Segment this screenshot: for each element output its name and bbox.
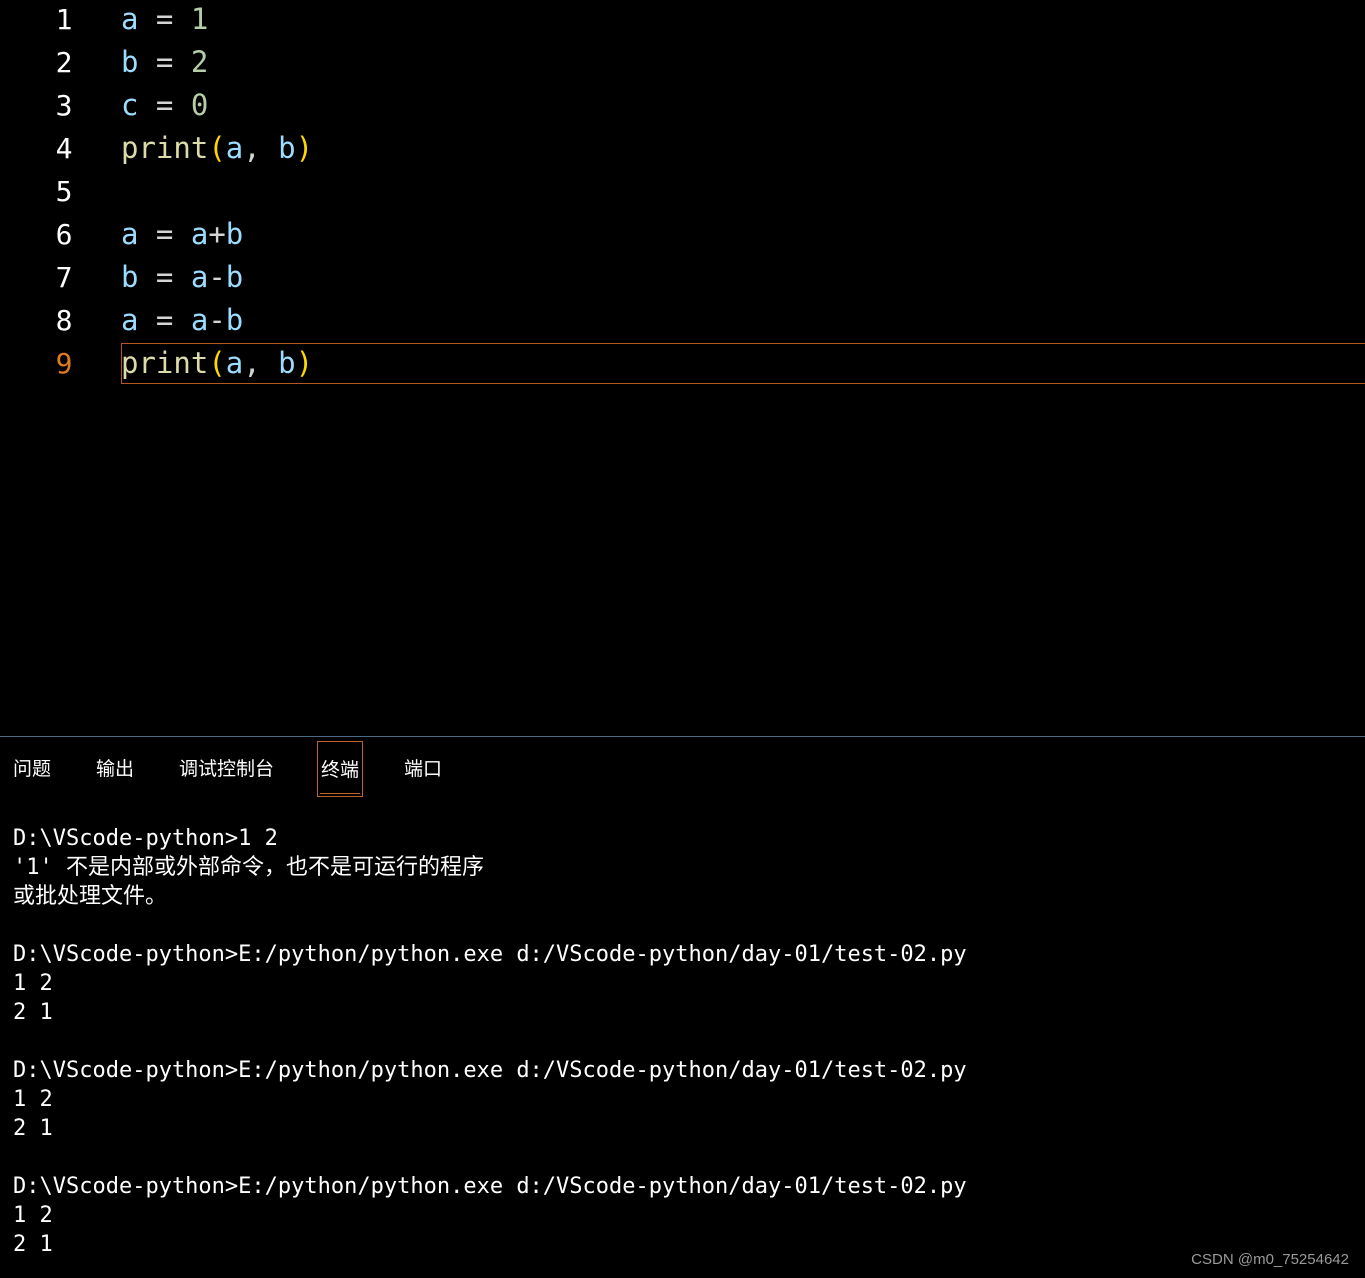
- code-token: (: [208, 346, 226, 380]
- code-token: ): [295, 131, 314, 165]
- code-token: ,: [243, 131, 279, 165]
- tab-problems[interactable]: 问题: [13, 741, 51, 797]
- code-token: 0: [190, 88, 209, 122]
- code-line[interactable]: 1a = 1: [0, 0, 1365, 41]
- line-number: 2: [55, 46, 73, 79]
- tab-debug-console[interactable]: 调试控制台: [179, 741, 274, 797]
- code-token: b: [225, 217, 244, 251]
- code-token: a: [190, 260, 209, 294]
- code-token: =: [138, 2, 191, 36]
- code-token: +: [208, 217, 226, 251]
- code-token: =: [138, 88, 191, 122]
- terminal-line: '1' 不是内部或外部命令，也不是可运行的程序: [13, 855, 484, 880]
- code-text: a = a-b: [121, 299, 243, 342]
- code-token: ,: [243, 346, 279, 380]
- tab-output[interactable]: 输出: [96, 741, 134, 797]
- code-token: a: [121, 303, 139, 337]
- code-token: a: [225, 346, 244, 380]
- code-token: 1: [190, 2, 209, 36]
- code-token: a: [121, 2, 139, 36]
- code-line[interactable]: 7b = a-b: [0, 256, 1365, 299]
- line-number: 6: [55, 218, 73, 251]
- code-token: -: [208, 303, 226, 337]
- code-token: print: [121, 131, 209, 165]
- code-text: print(a, b): [121, 342, 313, 385]
- code-token: a: [190, 217, 209, 251]
- code-token: -: [208, 260, 226, 294]
- line-number: 5: [55, 175, 73, 208]
- code-token: b: [121, 260, 139, 294]
- tab-terminal[interactable]: 终端: [317, 741, 364, 797]
- tab-ports-label: 端口: [404, 758, 443, 780]
- code-token: b: [121, 45, 139, 79]
- line-number: 4: [55, 132, 73, 165]
- code-line[interactable]: 4 print(a, b): [0, 127, 1365, 170]
- code-text: a = 1: [121, 0, 208, 41]
- code-token: b: [225, 303, 244, 337]
- code-line[interactable]: 8a = a-b: [0, 299, 1365, 342]
- watermark: CSDN @m0_75254642: [1191, 1251, 1349, 1268]
- code-token: b: [278, 131, 296, 165]
- code-token: a: [121, 217, 139, 251]
- code-token: 2: [190, 45, 209, 79]
- code-text: print(a, b): [121, 127, 313, 170]
- code-token: (: [208, 131, 226, 165]
- code-token: =: [138, 217, 191, 251]
- terminal-line: D:\VScode-python>E:/python/python.exe d:…: [13, 942, 967, 967]
- tab-terminal-label: 终端: [321, 759, 360, 781]
- code-token: ): [295, 346, 314, 380]
- terminal-line: 2 1: [13, 1116, 53, 1141]
- terminal-line: D:\VScode-python>E:/python/python.exe d:…: [13, 1058, 967, 1083]
- tab-debug-console-label: 调试控制台: [179, 758, 275, 780]
- terminal-line: 2 1: [13, 1232, 53, 1257]
- terminal-line: 1 2: [13, 971, 53, 996]
- line-number: 7: [55, 261, 73, 294]
- terminal-line: 或批处理文件。: [13, 884, 168, 909]
- code-text: b = a-b: [121, 256, 243, 299]
- code-token: b: [225, 260, 244, 294]
- code-line[interactable]: 9 print(a, b): [0, 342, 1365, 385]
- line-number: 9: [55, 347, 73, 380]
- line-number: 1: [55, 3, 73, 36]
- bottom-panel: 问题 输出 调试控制台 终端 端口 D:\VScode-python>1 2 '1…: [0, 736, 1365, 1278]
- terminal-output[interactable]: D:\VScode-python>1 2 '1' 不是内部或外部命令，也不是可运行…: [13, 824, 1353, 1259]
- code-token: =: [138, 45, 191, 79]
- tab-terminal-active-indicator: [320, 793, 361, 794]
- code-token: a: [190, 303, 209, 337]
- tab-ports[interactable]: 端口: [404, 741, 442, 797]
- tab-output-label: 输出: [96, 758, 135, 780]
- terminal-line: 1 2: [13, 1087, 53, 1112]
- code-token: a: [225, 131, 244, 165]
- panel-tab-bar: 问题 输出 调试控制台 终端 端口: [0, 737, 1365, 801]
- code-line[interactable]: 3 c = 0: [0, 84, 1365, 127]
- line-number: 3: [55, 89, 73, 122]
- terminal-line: 1 2: [13, 1203, 53, 1228]
- code-token: b: [278, 346, 296, 380]
- code-text: c = 0: [121, 84, 208, 127]
- code-line[interactable]: 2b = 2: [0, 41, 1365, 84]
- code-token: c: [121, 88, 139, 122]
- code-token: =: [138, 260, 191, 294]
- code-text: a = a+b: [121, 213, 243, 256]
- code-token: =: [138, 303, 191, 337]
- code-text: b = 2: [121, 41, 208, 84]
- code-line[interactable]: 6a = a+b: [0, 213, 1365, 256]
- code-editor[interactable]: 1a = 12b = 23c = 0 4 print(a, b) 5 6 a = a+b 7…: [0, 0, 1365, 736]
- tab-problems-label: 问题: [13, 758, 52, 780]
- code-token: print: [121, 346, 209, 380]
- terminal-line: 2 1: [13, 1000, 53, 1025]
- line-number: 8: [55, 304, 73, 337]
- terminal-line: D:\VScode-python>E:/python/python.exe d:…: [13, 1174, 967, 1199]
- terminal-line: D:\VScode-python>1 2: [13, 826, 278, 851]
- code-line[interactable]: 5: [0, 170, 1365, 213]
